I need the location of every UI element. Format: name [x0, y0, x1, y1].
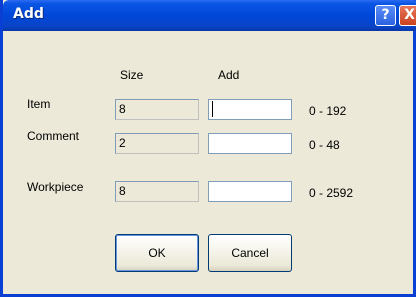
- workpiece-size-field: 8: [115, 181, 199, 202]
- workpiece-label: Workpiece: [27, 180, 84, 194]
- comment-label: Comment: [27, 129, 80, 143]
- ok-button[interactable]: OK: [115, 234, 199, 272]
- window-title: Add: [13, 6, 44, 22]
- cancel-button[interactable]: Cancel: [208, 234, 292, 272]
- help-button[interactable]: ?: [375, 5, 396, 26]
- size-column-header: Size: [120, 68, 144, 82]
- add-column-header: Add: [218, 68, 240, 82]
- item-add-input[interactable]: [208, 99, 292, 120]
- close-button[interactable]: X: [399, 5, 416, 26]
- item-range: 0 - 192: [309, 104, 347, 118]
- item-label: Item: [27, 97, 51, 111]
- item-size-field: 8: [115, 99, 199, 120]
- workpiece-range: 0 - 2592: [309, 186, 354, 200]
- add-dialog: Add ? X Size Add Item 8 0 - 192 Comment …: [0, 0, 416, 297]
- comment-add-input[interactable]: [208, 133, 292, 154]
- workpiece-add-input[interactable]: [208, 181, 292, 202]
- comment-size-field: 2: [115, 133, 199, 154]
- comment-range: 0 - 48: [309, 138, 340, 152]
- title-bar[interactable]: Add ? X: [3, 0, 416, 31]
- text-cursor: [212, 101, 213, 117]
